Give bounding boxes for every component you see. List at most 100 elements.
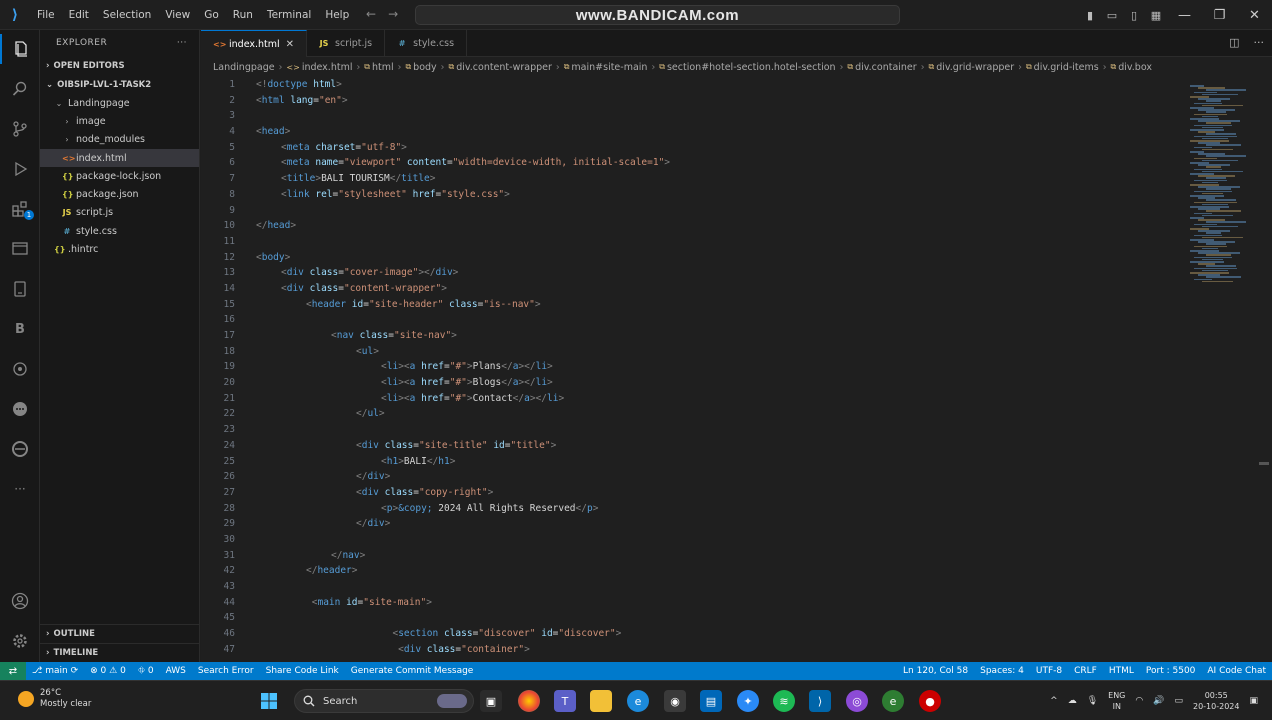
bold-b-extension-icon[interactable]: B [0,314,40,344]
chat-extension-icon[interactable] [0,394,40,424]
toggle-secondary-sidebar-icon[interactable]: ▯ [1123,9,1145,22]
edge-icon[interactable]: e [627,690,649,712]
cloud-icon[interactable]: ☁ [1068,696,1077,706]
status-item[interactable]: AWS [160,666,192,676]
status-item[interactable]: Port : 5500 [1140,666,1202,676]
vscode-taskbar-icon[interactable]: ⟩ [809,690,831,712]
code-editor[interactable]: 1 <!doctype html> 2 <html lang="en"> 3 4 <head… [201,77,1186,662]
gear-extension-icon[interactable] [0,354,40,384]
status-item[interactable]: Share Code Link [260,666,345,676]
toggle-primary-sidebar-icon[interactable]: ▮ [1079,9,1101,22]
customize-layout-icon[interactable]: ▦ [1145,9,1167,22]
status-item[interactable]: Generate Commit Message [345,666,480,676]
tree-item[interactable]: › node_modules [40,131,199,149]
breadcrumb-item[interactable]: div.grid-wrapper [936,62,1014,73]
branch-status[interactable]: ⎇ main ⟳ [26,666,84,676]
source-control-icon[interactable] [0,114,40,144]
tree-item[interactable]: › image [40,112,199,130]
problems-status[interactable]: ⊗ 0 ⚠ 0 [84,666,132,676]
menu-edit[interactable]: Edit [62,0,96,30]
tree-item[interactable]: <> index.html [40,148,199,168]
breadcrumb-item[interactable]: index.html [302,62,353,73]
podcast-icon[interactable]: ◎ [846,690,868,712]
status-item[interactable]: UTF-8 [1030,666,1068,676]
timeline-section[interactable]: › TIMELINE [40,643,200,662]
status-item[interactable]: Ln 120, Col 58 [897,666,974,676]
remote-explorer-icon[interactable] [0,234,40,264]
breadcrumb-item[interactable]: html [372,62,394,73]
app-icon[interactable]: ✦ [737,690,759,712]
teams-icon[interactable]: T [554,690,576,712]
menu-terminal[interactable]: Terminal [260,0,318,30]
tree-item[interactable]: {} package-lock.json [40,167,199,185]
tab-script-js[interactable]: JS script.js [307,30,386,57]
status-item[interactable]: CRLF [1068,666,1103,676]
tree-item[interactable]: # style.css [40,222,199,240]
breadcrumb-item[interactable]: div.content-wrapper [456,62,552,73]
breadcrumb-item[interactable]: main#site-main [571,62,647,73]
status-item[interactable]: Search Error [192,666,260,676]
status-item[interactable]: HTML [1103,666,1140,676]
store-icon[interactable]: ▤ [700,690,722,712]
bandicam-record-icon[interactable]: ● [919,690,941,712]
volume-icon[interactable]: 🔊 [1153,696,1164,706]
mic-icon[interactable]: 🎙 [1087,696,1098,706]
status-item[interactable]: AI Code Chat [1201,666,1272,676]
manage-gear-icon[interactable] [0,626,40,656]
notifications-icon[interactable]: ▣ [1249,696,1258,706]
device-icon[interactable] [0,274,40,304]
forward-arrow-icon[interactable]: → [388,7,398,21]
breadcrumb-item[interactable]: div.grid-items [1034,62,1099,73]
tree-item[interactable]: {} package.json [40,185,199,203]
open-editors-section[interactable]: › OPEN EDITORS [40,56,199,75]
tab-index-html[interactable]: <> index.html ✕ [201,30,308,57]
windows-start-icon[interactable] [258,690,280,712]
language-indicator[interactable]: ENG IN [1108,690,1125,712]
tree-item[interactable]: {} .hintrc [40,240,199,258]
command-center[interactable]: www.BANDICAM.com [415,5,900,25]
menu-run[interactable]: Run [226,0,260,30]
menu-file[interactable]: File [30,0,62,30]
close-icon[interactable]: ✕ [1237,8,1272,23]
account-icon[interactable] [0,586,40,616]
back-arrow-icon[interactable]: ← [366,7,376,21]
tree-item[interactable]: JS script.js [40,204,199,222]
tree-item[interactable]: ⌄ Landingpage [40,94,199,112]
breadcrumb-item[interactable]: div.box [1118,62,1152,73]
weather-widget[interactable]: 26°C Mostly clear [18,688,91,710]
wifi-icon[interactable]: ◠ [1135,696,1143,706]
outline-section[interactable]: › OUTLINE [40,624,200,643]
workspace-section[interactable]: ⌄ OIBSIP-LVL-1-TASK2 [40,75,199,94]
tab-style-css[interactable]: # style.css [385,30,468,57]
menu-selection[interactable]: Selection [96,0,158,30]
tab-close-icon[interactable]: ✕ [286,39,294,50]
edge-dev-icon[interactable]: e [882,690,904,712]
menu-view[interactable]: View [158,0,197,30]
clock[interactable]: 00:55 20-10-2024 [1193,690,1240,712]
restore-icon[interactable]: ❐ [1202,8,1237,23]
camera-icon[interactable]: ◉ [664,690,686,712]
more-views-icon[interactable]: ··· [0,474,40,504]
search-icon[interactable] [0,74,40,104]
breadcrumb-item[interactable]: Landingpage [213,62,275,73]
breadcrumb-item[interactable]: div.container [855,62,917,73]
battery-icon[interactable]: ▭ [1174,696,1183,706]
more-actions-icon[interactable]: ··· [1254,36,1265,49]
ports-status[interactable]: ⛗ 0 [132,666,160,676]
file-explorer-icon[interactable] [590,690,612,712]
explorer-more-icon[interactable]: ··· [177,38,187,48]
run-debug-icon[interactable] [0,154,40,184]
minimize-icon[interactable]: — [1167,8,1202,23]
breadcrumb-item[interactable]: section#hotel-section.hotel-section [667,62,836,73]
breadcrumb-item[interactable]: body [413,62,437,73]
menu-help[interactable]: Help [318,0,356,30]
scrollbar-slider[interactable] [1259,462,1269,465]
chevron-up-icon[interactable]: ^ [1050,696,1058,706]
split-editor-icon[interactable]: ◫ [1229,36,1239,49]
edge-devtools-icon[interactable] [0,434,40,464]
chrome-icon[interactable] [518,690,540,712]
extensions-icon[interactable]: 1 [0,194,40,224]
menu-go[interactable]: Go [197,0,226,30]
remote-indicator-icon[interactable]: ⇄ [0,662,26,680]
minimap[interactable] [1186,77,1256,297]
